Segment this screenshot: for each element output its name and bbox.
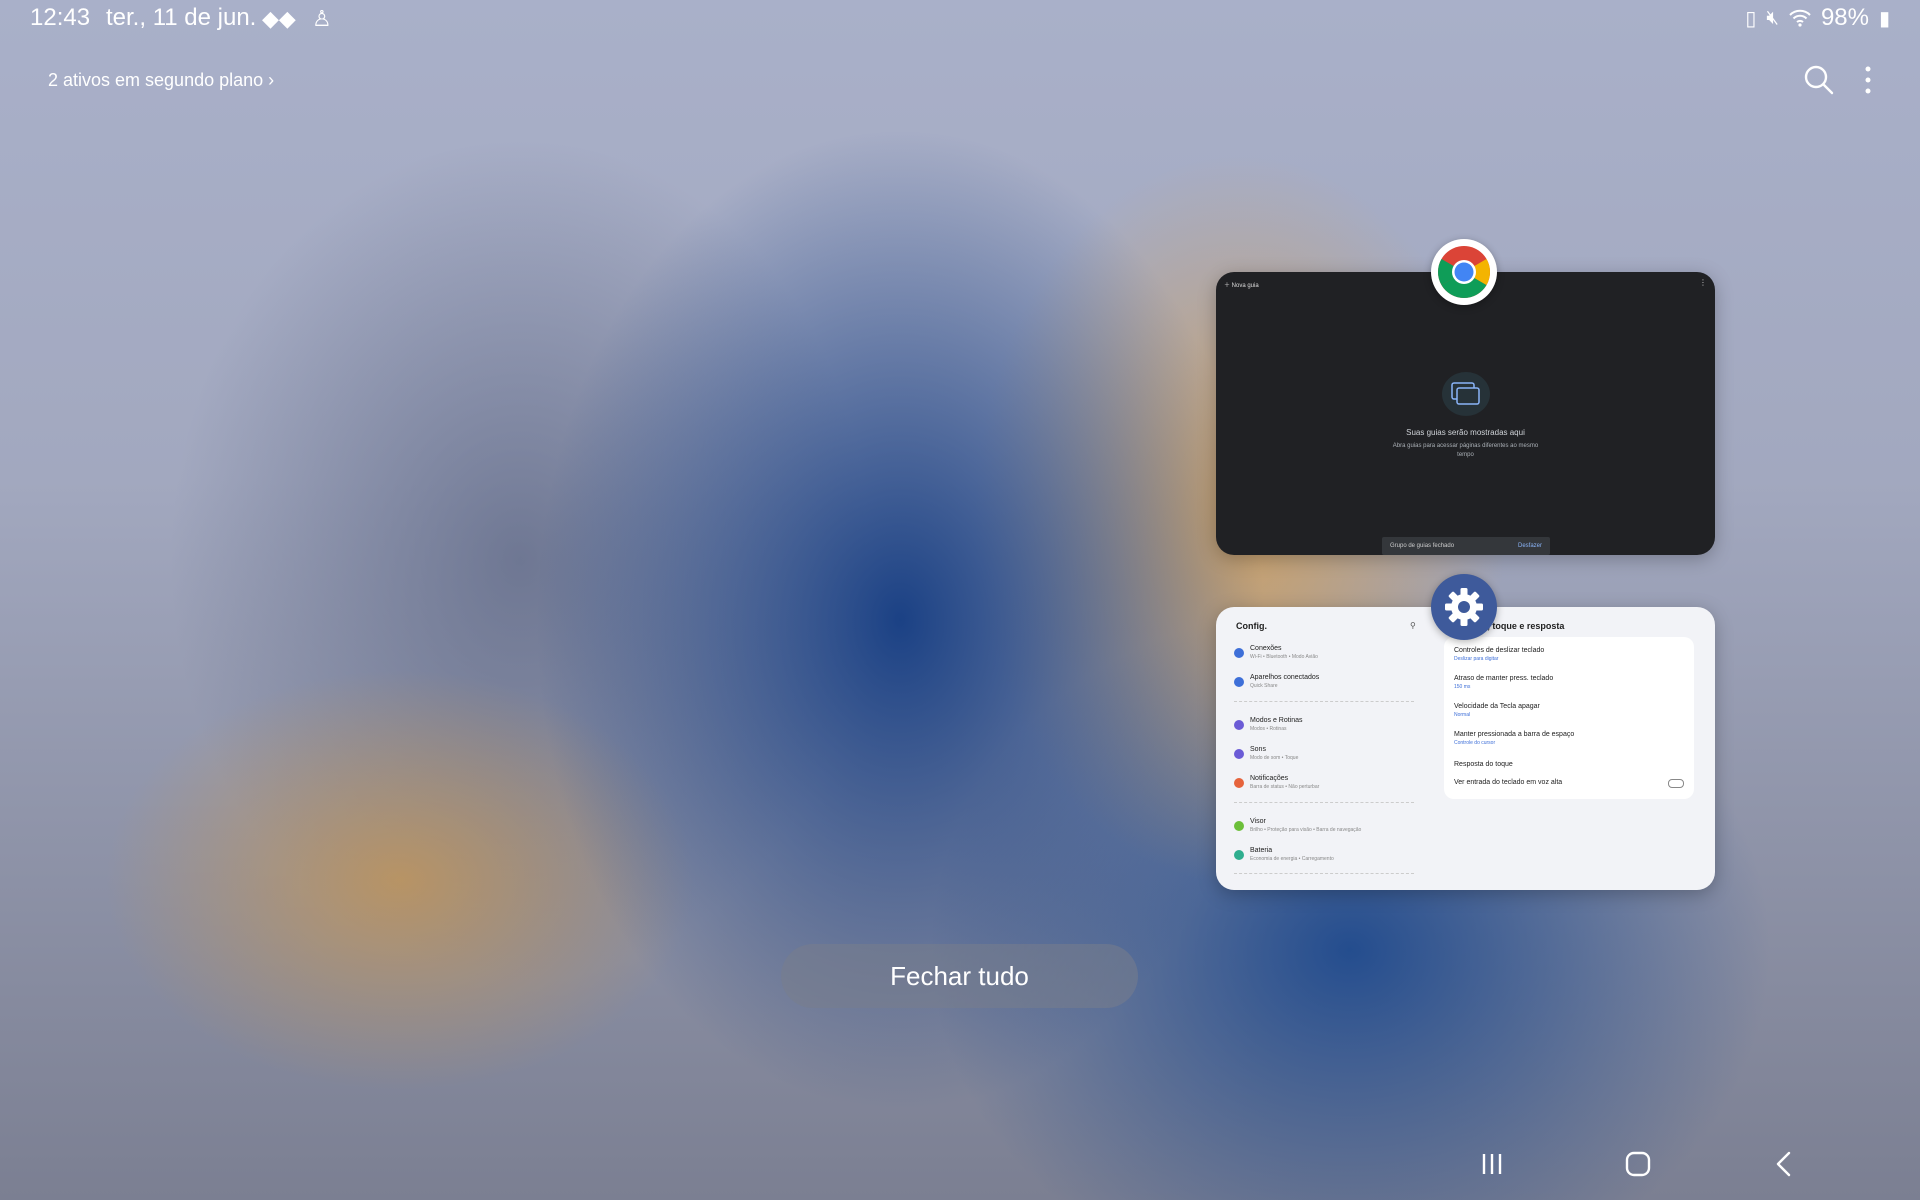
settings-category-icon (1234, 821, 1244, 831)
settings-list: Config. ⚲ Conexões Wi-Fi • Bluetooth • Mo… (1216, 607, 1426, 890)
recent-app-settings[interactable]: Config. ⚲ Conexões Wi-Fi • Bluetooth • Mo… (1216, 607, 1715, 890)
empty-tabs-body: Abra guias para acessar páginas diferent… (1392, 443, 1539, 458)
close-all-button[interactable]: Fechar tudo (781, 944, 1138, 1008)
back-icon[interactable] (1764, 1146, 1804, 1182)
settings-category-icon (1234, 749, 1244, 759)
recents-icon[interactable] (1472, 1146, 1512, 1182)
battery-charging-icon: ▮ (1878, 7, 1890, 30)
settings-item-subtitle: Wi-Fi • Bluetooth • Modo Avião (1250, 654, 1318, 660)
settings-category-icon (1234, 850, 1244, 860)
setting-row-title: Controles de deslizar teclado (1454, 647, 1545, 654)
snackbar: Grupo de guias fechado Desfazer (1382, 537, 1550, 555)
setting-row-subtitle: 150 ms (1454, 684, 1471, 690)
setting-row-title: Ver entrada do teclado em voz alta (1454, 779, 1563, 786)
mute-icon: 🔇︎ (1766, 6, 1779, 29)
date: ter., 11 de jun. (106, 4, 257, 31)
divider (1234, 701, 1414, 702)
setting-row-subtitle: Controle do cursor (1454, 740, 1496, 746)
keyboard-setting-row: Atraso de manter press. teclado 150 ms (1454, 675, 1684, 701)
wifi-icon (1789, 9, 1811, 27)
settings-item-subtitle: Economia de energia • Carregamento (1250, 856, 1334, 862)
divider (1234, 802, 1414, 803)
settings-item-title: Notificações (1250, 775, 1289, 782)
settings-item-subtitle: Modos • Rotinas (1250, 726, 1287, 732)
settings-item-subtitle: Barra de status • Não perturbar (1250, 784, 1320, 790)
clock: 12:43 (30, 4, 91, 31)
accessibility-icon: ♙ (311, 6, 332, 31)
settings-category-icon (1234, 720, 1244, 730)
setting-row-title: Resposta do toque (1454, 761, 1513, 768)
home-icon[interactable] (1618, 1146, 1658, 1182)
more-options-icon[interactable] (1858, 64, 1878, 96)
settings-category-icon (1234, 677, 1244, 687)
background-apps-link[interactable]: 2 ativos em segundo plano › (48, 70, 274, 91)
keyboard-setting-row: Velocidade da Tecla apagar Normal (1454, 703, 1684, 729)
tabs-empty-icon (1442, 372, 1490, 416)
settings-item-subtitle: Quick Share (1250, 683, 1278, 689)
undo-button: Desfazer (1517, 543, 1542, 549)
keyboard-setting-row: Ver entrada do teclado em voz alta (1454, 779, 1684, 805)
setting-row-subtitle: Normal (1454, 712, 1471, 718)
search-icon[interactable] (1803, 64, 1835, 96)
keyboard-settings-panel: Controles de deslizar teclado Deslizar pa… (1444, 637, 1694, 799)
settings-item-title: Aparelhos conectados (1250, 674, 1320, 681)
status-bar: 12:43 ter., 11 de jun. ◆◆ ♙ ▯ 🔇︎ 98% ▮ (0, 0, 1920, 36)
battery-percent: 98% (1820, 4, 1869, 31)
settings-item-subtitle: Brilho • Proteção para visão • Barra de … (1250, 827, 1362, 833)
toggle-switch (1668, 779, 1684, 788)
setting-row-title: Velocidade da Tecla apagar (1454, 703, 1540, 710)
settings-item-title: Bateria (1250, 847, 1273, 854)
settings-item-title: Visor (1250, 818, 1266, 825)
recent-app-chrome[interactable]: ＋ Nova guia ⋮ Suas guias serão mostradas… (1216, 272, 1715, 555)
settings-item-title: Sons (1250, 746, 1266, 753)
setting-row-title: Manter pressionada a barra de espaço (1454, 731, 1575, 738)
empty-tabs-title: Suas guias serão mostradas aqui (1406, 428, 1525, 437)
keyboard-setting-row: Controles de deslizar teclado Deslizar pa… (1454, 647, 1684, 673)
new-tab-label: ＋ Nova guia (1224, 283, 1259, 289)
tag-icon: ◆◆ (262, 6, 296, 31)
settings-item-subtitle: Modo de som • Toque (1250, 755, 1299, 761)
settings-item-title: Modos e Rotinas (1250, 717, 1303, 724)
settings-category-icon (1234, 778, 1244, 788)
settings-app-icon[interactable] (1431, 574, 1497, 640)
setting-row-subtitle: Deslizar para digitar (1454, 656, 1499, 662)
battery-saver-icon: ▯ (1745, 7, 1757, 30)
divider (1234, 873, 1414, 874)
settings-category-icon (1234, 648, 1244, 658)
settings-search-icon: ⚲ (1410, 621, 1416, 630)
settings-title: Config. (1236, 621, 1267, 631)
chrome-menu-icon: ⋮ (1699, 278, 1707, 287)
setting-row-title: Atraso de manter press. teclado (1454, 675, 1554, 682)
settings-item-title: Conexões (1250, 645, 1282, 652)
keyboard-setting-row: Manter pressionada a barra de espaço Cont… (1454, 731, 1684, 757)
chrome-app-icon[interactable] (1431, 239, 1497, 305)
